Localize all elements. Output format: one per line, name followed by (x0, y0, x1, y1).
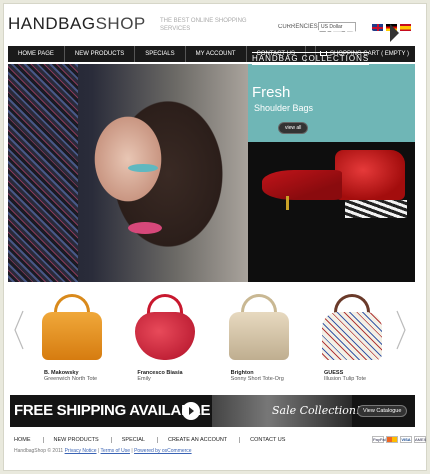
product-image[interactable] (30, 288, 116, 364)
banner-designers: DESIGNER'S (250, 27, 377, 49)
footer-link-create-account[interactable]: CREATE AN ACCOUNT (168, 437, 241, 443)
footer-link-home[interactable]: HOME (14, 437, 44, 443)
terms-link[interactable]: Terms of Use (101, 448, 130, 454)
product-card[interactable]: Brighton Sonny Short Tote-Org (217, 288, 303, 382)
sequin-bag-photo (8, 64, 78, 282)
sale-collection-text: Sale Collection! (272, 404, 361, 417)
product-image[interactable] (123, 288, 209, 364)
bag-body (321, 312, 382, 360)
footer-link-new-products[interactable]: NEW PRODUCTS (54, 437, 112, 443)
powered-by-link[interactable]: Powered by osCommerce (134, 448, 192, 454)
footer-link-special[interactable]: SPECIAL (122, 437, 158, 443)
privacy-link[interactable]: Privacy Notice (65, 448, 97, 454)
banner-year: 2011 (250, 7, 296, 29)
products-next-arrow-icon[interactable] (396, 310, 406, 350)
red-shoe-photo (262, 170, 342, 200)
lips (128, 222, 162, 234)
nav-new-products[interactable]: NEW PRODUCTS (65, 46, 136, 62)
product-image[interactable] (217, 288, 303, 364)
payment-methods: PayPal VISA AMEX (372, 436, 426, 443)
es-flag-icon[interactable] (400, 24, 411, 31)
view-catalogue-button[interactable]: View Catalogue (357, 405, 408, 417)
banner-subtitle: HANDBAG COLLECTIONS (252, 52, 370, 65)
tagline: THE BEST ONLINE SHOPPING SERVICES (160, 18, 247, 32)
visa-icon: VISA (400, 436, 412, 443)
nav-my-account[interactable]: MY ACCOUNT (186, 46, 247, 62)
cart-status: ( Empty ) (381, 51, 409, 57)
product-card[interactable]: Francesco Biasia Emily (123, 288, 209, 382)
products-prev-arrow-icon[interactable] (14, 310, 24, 350)
bag-body (42, 312, 102, 360)
view-all-button[interactable]: view all (278, 122, 309, 134)
footer-nav: HOME NEW PRODUCTS SPECIAL CREATE AN ACCO… (14, 437, 307, 443)
bag-body (135, 312, 196, 360)
product-card[interactable]: B. Makowsky Greenwich North Tote (30, 288, 116, 382)
bag-body (228, 312, 289, 360)
product-name[interactable]: Sonny Short Tote-Org (217, 376, 303, 382)
banner-headline: 2011 DESIGNER'S (250, 8, 377, 48)
footer-link-contact-us[interactable]: CONTACT US (250, 437, 297, 443)
product-name[interactable]: Greenwich North Tote (30, 376, 116, 382)
product-name[interactable]: Emily (123, 376, 209, 382)
free-shipping-text: FREE SHIPPING AVAILABLE (14, 402, 211, 419)
banner-next-arrow-icon[interactable] (390, 24, 399, 42)
featured-products: B. Makowsky Greenwich North Tote Frances… (30, 288, 396, 382)
nav-specials[interactable]: SPECIALS (135, 46, 186, 62)
product-card[interactable]: GUESS Illusion Tulip Tote (310, 288, 396, 382)
copyright-text: HandbagShop © 2011 (14, 448, 64, 454)
logo-bold: HANDBAG (8, 14, 96, 33)
paypal-icon: PayPal (372, 436, 386, 443)
logo[interactable]: HANDBAGSHOP (8, 14, 146, 34)
striped-sleeve (345, 200, 407, 218)
copyright-line: HandbagShop © 2011 Privacy Notice | Term… (14, 448, 192, 454)
free-shipping-go-icon[interactable] (182, 402, 200, 420)
product-name[interactable]: Illusion Tulip Tote (310, 376, 396, 382)
nav-home[interactable]: HOME PAGE (8, 46, 65, 62)
eye-makeup (128, 164, 158, 172)
amex-icon: AMEX (414, 436, 427, 443)
mastercard-icon (386, 436, 398, 443)
logo-light: SHOP (95, 14, 146, 33)
shoe-heel (286, 196, 289, 210)
shoulder-bags-title: Shoulder Bags (254, 103, 314, 113)
red-bag-photo (335, 150, 405, 200)
fresh-title: Fresh (252, 84, 291, 101)
product-image[interactable] (310, 288, 396, 364)
